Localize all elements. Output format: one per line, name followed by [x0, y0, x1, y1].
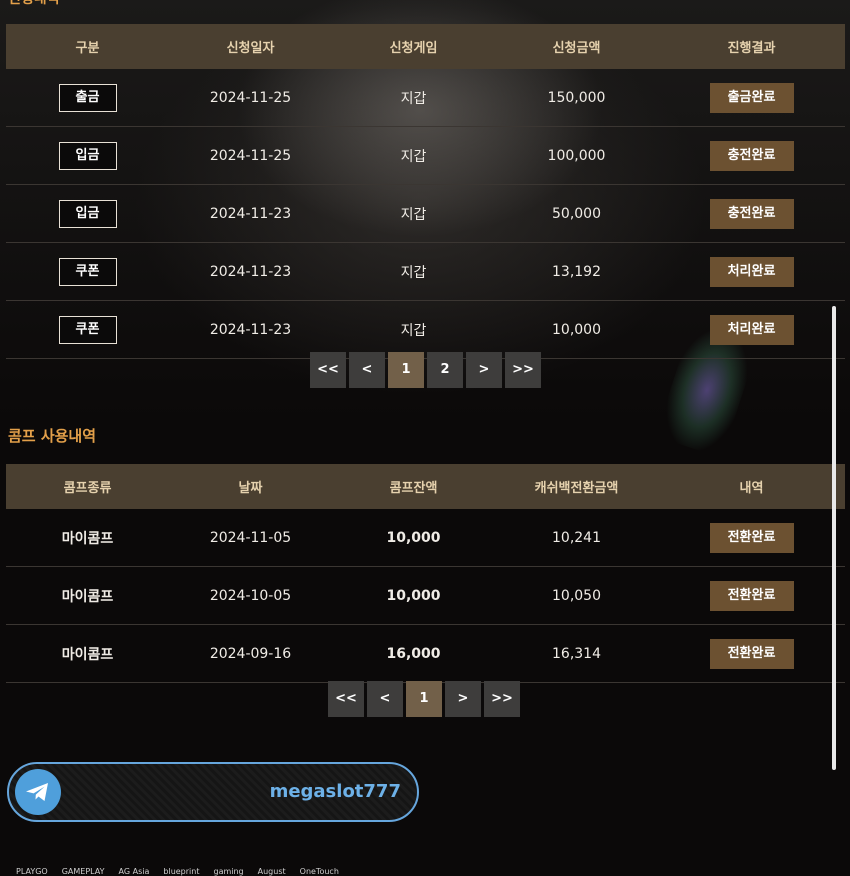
first-page-button[interactable]: <<	[310, 352, 346, 388]
scrollbar[interactable]	[832, 306, 836, 770]
table-row: 입금 2024-11-23 지갑 50,000 충전완료	[6, 184, 845, 243]
request-date: 2024-11-23	[169, 242, 332, 301]
status-badge: 출금완료	[709, 82, 794, 113]
next-page-button[interactable]: >	[445, 681, 481, 717]
comp-kind: 마이콤프	[6, 624, 169, 683]
comp-balance: 10,000	[332, 509, 495, 567]
table-row: 마이콤프 2024-09-16 16,000 16,314 전환완료	[6, 624, 845, 683]
col-header-comp-date: 날짜	[169, 464, 332, 509]
telegram-icon	[15, 769, 61, 815]
request-amount: 10,000	[495, 300, 658, 359]
section-title-requests: 신청내역	[8, 0, 60, 8]
request-amount: 100,000	[495, 126, 658, 185]
col-header-date: 신청일자	[169, 24, 332, 69]
status-badge: 전환완료	[709, 522, 794, 553]
page-2-button[interactable]: 2	[427, 352, 463, 388]
status-badge: 충전완료	[709, 198, 794, 229]
col-header-amount: 신청금액	[495, 24, 658, 69]
request-date: 2024-11-23	[169, 184, 332, 243]
comp-date: 2024-10-05	[169, 566, 332, 625]
first-page-button[interactable]: <<	[328, 681, 364, 717]
type-tag: 쿠폰	[58, 315, 117, 344]
telegram-handle: megaslot777	[269, 781, 401, 802]
comp-balance: 16,000	[332, 624, 495, 683]
request-game: 지갑	[332, 300, 495, 359]
section-title-comp: 콤프 사용내역	[8, 427, 97, 445]
comp-pagination: << < 1 > >>	[328, 681, 520, 717]
comp-cashback: 10,050	[495, 566, 658, 625]
type-tag: 쿠폰	[58, 257, 117, 286]
table-row: 마이콤프 2024-11-05 10,000 10,241 전환완료	[6, 509, 845, 567]
provider-logo: blueprint	[163, 867, 200, 876]
provider-logo: AG Asia	[118, 867, 150, 876]
comp-cashback: 16,314	[495, 624, 658, 683]
request-date: 2024-11-25	[169, 126, 332, 185]
comp-date: 2024-11-05	[169, 509, 332, 567]
telegram-contact-button[interactable]: megaslot777	[7, 762, 419, 822]
last-page-button[interactable]: >>	[505, 352, 541, 388]
request-amount: 150,000	[495, 69, 658, 127]
comp-kind: 마이콤프	[6, 566, 169, 625]
type-tag: 입금	[58, 199, 117, 228]
request-amount: 50,000	[495, 184, 658, 243]
comp-cashback: 10,241	[495, 509, 658, 567]
comp-header-row: 콤프종류 날짜 콤프잔액 캐쉬백전환금액 내역	[6, 464, 845, 509]
status-badge: 처리완료	[709, 314, 794, 345]
next-page-button[interactable]: >	[466, 352, 502, 388]
request-game: 지갑	[332, 69, 495, 127]
provider-logo-strip: PLAYGO GAMEPLAY AG Asia blueprint gaming…	[0, 860, 850, 876]
col-header-cashback: 캐쉬백전환금액	[495, 464, 658, 509]
status-badge: 충전완료	[709, 140, 794, 171]
col-header-comp-kind: 콤프종류	[6, 464, 169, 509]
comp-table: 콤프종류 날짜 콤프잔액 캐쉬백전환금액 내역 마이콤프 2024-11-05 …	[6, 464, 845, 683]
status-badge: 처리완료	[709, 256, 794, 287]
table-row: 쿠폰 2024-11-23 지갑 13,192 처리완료	[6, 242, 845, 301]
page-1-button[interactable]: 1	[388, 352, 424, 388]
provider-logo: gaming	[213, 867, 244, 876]
provider-logo: PLAYGO	[16, 867, 48, 876]
col-header-game: 신청게임	[332, 24, 495, 69]
type-tag: 입금	[58, 141, 117, 170]
comp-balance: 10,000	[332, 566, 495, 625]
table-row: 입금 2024-11-25 지갑 100,000 충전완료	[6, 126, 845, 185]
provider-logo: GAMEPLAY	[61, 867, 105, 876]
requests-table: 구분 신청일자 신청게임 신청금액 진행결과 출금 2024-11-25 지갑 …	[6, 24, 845, 359]
requests-header-row: 구분 신청일자 신청게임 신청금액 진행결과	[6, 24, 845, 69]
provider-logo: August	[257, 867, 286, 876]
type-tag: 출금	[58, 83, 117, 112]
request-amount: 13,192	[495, 242, 658, 301]
comp-date: 2024-09-16	[169, 624, 332, 683]
table-row: 마이콤프 2024-10-05 10,000 10,050 전환완료	[6, 566, 845, 625]
requests-pagination: << < 1 2 > >>	[310, 352, 541, 388]
page-1-button[interactable]: 1	[406, 681, 442, 717]
comp-kind: 마이콤프	[6, 509, 169, 567]
col-header-comp-history: 내역	[658, 464, 845, 509]
col-header-type: 구분	[6, 24, 169, 69]
request-game: 지갑	[332, 242, 495, 301]
table-row: 쿠폰 2024-11-23 지갑 10,000 처리완료	[6, 300, 845, 359]
col-header-result: 진행결과	[658, 24, 845, 69]
prev-page-button[interactable]: <	[367, 681, 403, 717]
status-badge: 전환완료	[709, 580, 794, 611]
prev-page-button[interactable]: <	[349, 352, 385, 388]
request-game: 지갑	[332, 126, 495, 185]
col-header-comp-balance: 콤프잔액	[332, 464, 495, 509]
last-page-button[interactable]: >>	[484, 681, 520, 717]
provider-logo: OneTouch	[299, 867, 339, 876]
table-row: 출금 2024-11-25 지갑 150,000 출금완료	[6, 69, 845, 127]
request-game: 지갑	[332, 184, 495, 243]
status-badge: 전환완료	[709, 638, 794, 669]
request-date: 2024-11-23	[169, 300, 332, 359]
request-date: 2024-11-25	[169, 69, 332, 127]
